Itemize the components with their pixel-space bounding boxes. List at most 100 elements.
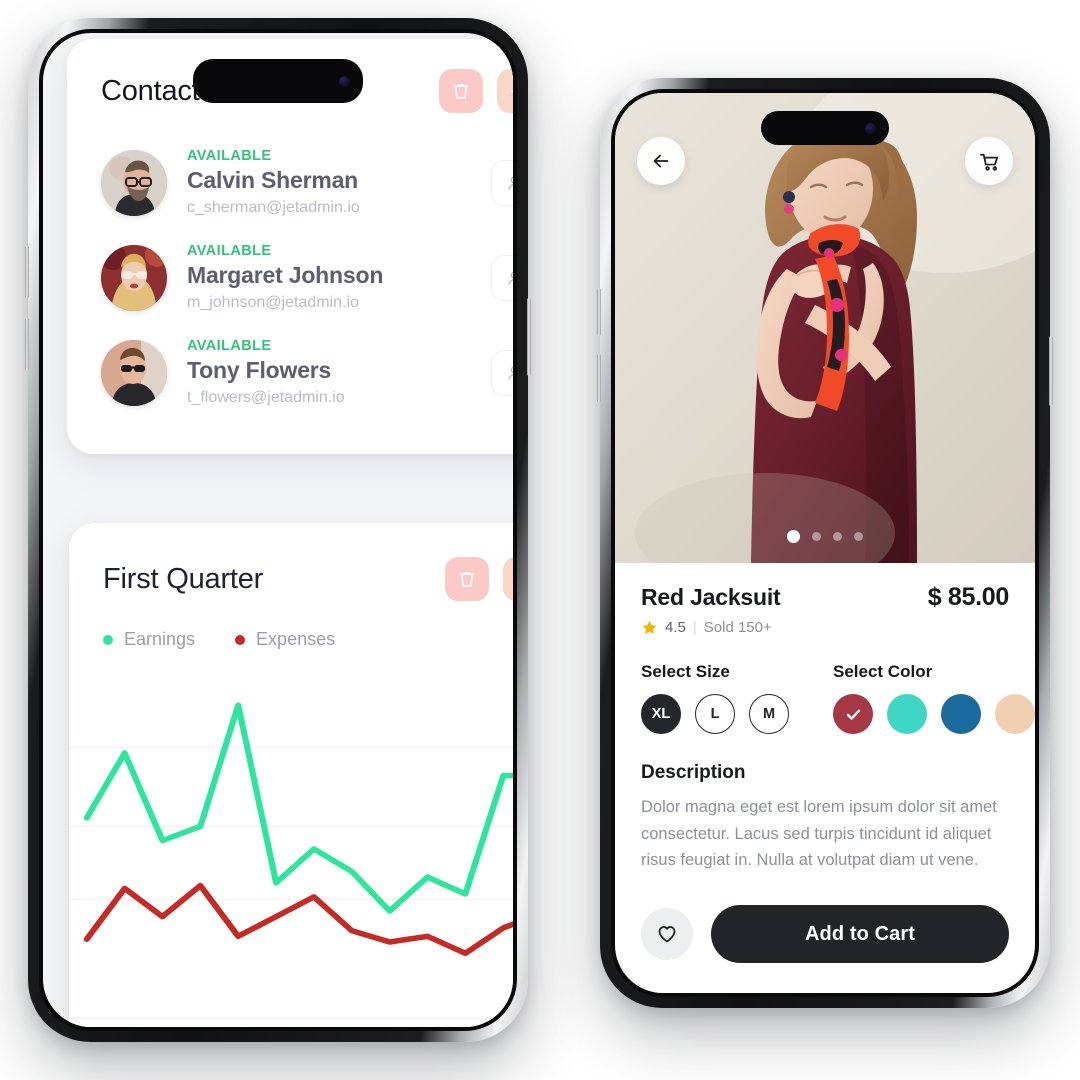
contact-meta: AVAILABLE Calvin Sherman c_sherman@jetad… <box>187 148 471 217</box>
chart-svg <box>69 702 513 957</box>
rating-value: 4.5 <box>665 619 686 636</box>
right-phone-screen: Red Jacksuit $ 85.00 4.5 | Sold 150+ Sel… <box>615 93 1035 993</box>
avatar <box>101 149 167 216</box>
legend-label-earnings: Earnings <box>124 629 196 649</box>
delete-button[interactable] <box>445 557 489 601</box>
contacts-card-actions <box>439 69 513 113</box>
add-to-cart-label: Add to Cart <box>805 922 915 945</box>
size-chip-l[interactable]: L <box>695 694 735 734</box>
contact-profile-button[interactable] <box>491 349 513 396</box>
color-swatch-0[interactable] <box>833 694 873 734</box>
contact-meta: AVAILABLE Margaret Johnson m_johnson@jet… <box>187 243 471 312</box>
color-selector: Select Color <box>833 662 1035 734</box>
delete-button[interactable] <box>439 69 483 113</box>
phone-right: Red Jacksuit $ 85.00 4.5 | Sold 150+ Sel… <box>597 78 1053 1008</box>
favorite-button[interactable] <box>641 908 693 960</box>
chart-axis-line <box>69 1018 513 1019</box>
carousel-dot-active[interactable] <box>787 530 800 543</box>
volume-down-button[interactable] <box>25 318 29 370</box>
person-icon <box>508 271 513 284</box>
chart-title: First Quarter <box>103 562 264 595</box>
status-badge: AVAILABLE <box>187 148 272 164</box>
arrow-left-icon <box>653 154 669 168</box>
contact-meta: AVAILABLE Tony Flowers t_flowers@jetadmi… <box>187 338 471 407</box>
product-rating: 4.5 | Sold 150+ <box>641 619 1009 636</box>
description-title: Description <box>641 762 746 783</box>
carousel-dots[interactable] <box>787 530 863 543</box>
sold-count: Sold 150+ <box>703 619 772 636</box>
legend-item-expenses: Expenses <box>235 629 335 650</box>
description-body: Dolor magna eget est lorem ipsum dolor s… <box>641 798 997 870</box>
product-options: Select Size XL L M Select Color <box>641 662 1035 734</box>
mockup-stage: Contacts AVAILABLE Calvin Sherman c_sher… <box>0 0 1080 1080</box>
volume-up-button[interactable] <box>597 288 601 336</box>
volume-down-button[interactable] <box>597 354 601 402</box>
contact-email: m_johnson@jetadmin.io <box>187 294 359 311</box>
color-selector-title: Select Color <box>833 662 933 681</box>
legend-swatch-earnings <box>103 634 113 645</box>
legend-swatch-expenses <box>235 634 246 645</box>
list-item[interactable]: AVAILABLE Tony Flowers t_flowers@jetadmi… <box>67 325 513 420</box>
line-chart-plot <box>69 673 513 983</box>
status-badge: AVAILABLE <box>187 243 272 259</box>
trash-icon <box>453 83 469 99</box>
volume-up-button[interactable] <box>25 246 29 298</box>
man-sunglasses-avatar-art <box>101 339 167 406</box>
list-item[interactable]: AVAILABLE Calvin Sherman c_sherman@jetad… <box>67 135 513 230</box>
chart-gridlines <box>69 746 513 901</box>
product-price: $ 85.00 <box>927 583 1010 611</box>
trash-icon <box>459 571 475 587</box>
dynamic-island <box>761 111 889 145</box>
product-cta: Add to Cart <box>641 905 1009 993</box>
settings-button[interactable] <box>497 69 513 113</box>
product-name: Red Jacksuit <box>641 584 781 610</box>
front-camera-lens <box>339 75 350 87</box>
power-button[interactable] <box>527 298 531 376</box>
left-phone-screen: Contacts AVAILABLE Calvin Sherman c_sher… <box>43 33 513 1027</box>
star-icon <box>642 620 657 634</box>
front-camera-lens <box>865 122 876 134</box>
woman-blonde-sunglasses-avatar-art <box>101 244 167 311</box>
phone-left: Contacts AVAILABLE Calvin Sherman c_sher… <box>25 18 531 1042</box>
contact-name: Margaret Johnson <box>187 262 384 288</box>
chart-card-header: First Quarter <box>69 557 513 601</box>
carousel-dot[interactable] <box>812 532 821 541</box>
heart-icon <box>658 926 676 943</box>
size-chip-group[interactable]: XL L M <box>641 694 789 734</box>
contact-profile-button[interactable] <box>491 254 513 301</box>
back-button[interactable] <box>637 137 685 185</box>
chart-card-actions <box>445 557 513 601</box>
list-item[interactable]: AVAILABLE Margaret Johnson m_johnson@jet… <box>67 230 513 325</box>
carousel-dot[interactable] <box>833 532 842 541</box>
color-swatch-1[interactable] <box>887 694 927 734</box>
avatar <box>101 339 167 406</box>
settings-button[interactable] <box>503 557 513 601</box>
color-swatch-3[interactable] <box>995 694 1035 734</box>
man-beard-glasses-avatar-art <box>101 149 167 216</box>
power-button[interactable] <box>1049 336 1053 406</box>
color-swatch-2[interactable] <box>941 694 981 734</box>
color-swatch-group[interactable] <box>833 694 1035 734</box>
person-icon <box>508 366 513 379</box>
legend-label-expenses: Expenses <box>256 629 336 649</box>
contact-name: Calvin Sherman <box>187 167 359 193</box>
product-detail: Red Jacksuit $ 85.00 4.5 | Sold 150+ Sel… <box>615 563 1035 993</box>
contact-list: AVAILABLE Calvin Sherman c_sherman@jetad… <box>67 135 513 420</box>
size-chip-xl[interactable]: XL <box>641 694 681 734</box>
size-chip-m[interactable]: M <box>749 694 789 734</box>
contact-email: t_flowers@jetadmin.io <box>187 389 345 406</box>
size-selector: Select Size XL L M <box>641 662 789 734</box>
carousel-dot[interactable] <box>854 532 863 541</box>
chart-legend: Earnings Expenses <box>69 629 513 650</box>
contact-name: Tony Flowers <box>187 357 332 383</box>
chart-card: First Quarter Earnings Expenses <box>69 523 513 1027</box>
product-image-carousel[interactable] <box>615 93 1035 563</box>
gear-icon <box>509 84 513 98</box>
person-icon <box>508 176 513 189</box>
rating-separator: | <box>692 619 697 636</box>
shopping-cart-icon <box>979 153 998 171</box>
cart-button[interactable] <box>965 137 1013 185</box>
contact-profile-button[interactable] <box>491 159 513 206</box>
add-to-cart-button[interactable]: Add to Cart <box>711 905 1009 963</box>
contact-email: c_sherman@jetadmin.io <box>187 199 360 216</box>
